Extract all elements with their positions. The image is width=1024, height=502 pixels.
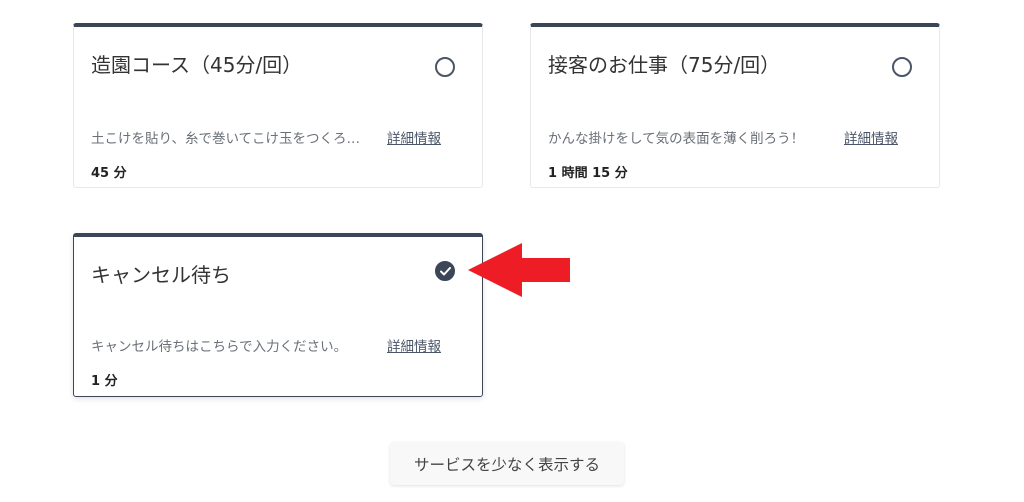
service-description: かんな掛けをして気の表面を薄く削ろう！ bbox=[548, 131, 805, 147]
service-card-customer-service[interactable]: 接客のお仕事（75分/回） かんな掛けをして気の表面を薄く削ろう！ 詳細情報 1… bbox=[530, 23, 940, 188]
service-title: 造園コース（45分/回） bbox=[91, 53, 303, 77]
service-title: 接客のお仕事（75分/回） bbox=[548, 53, 781, 77]
checkmark-icon bbox=[440, 267, 451, 276]
service-description: キャンセル待ちはこちらで入力ください。 bbox=[91, 339, 348, 355]
service-card-waitlist[interactable]: キャンセル待ち キャンセル待ちはこちらで入力ください。 詳細情報 1 分 bbox=[73, 233, 483, 397]
radio-button[interactable] bbox=[892, 57, 912, 77]
radio-button-checked[interactable] bbox=[435, 261, 455, 281]
service-duration: 45 分 bbox=[91, 166, 127, 181]
service-title: キャンセル待ち bbox=[91, 263, 231, 287]
service-card-landscaping[interactable]: 造園コース（45分/回） 土こけを貼り、糸で巻いてこけ玉をつくろ… 詳細情報 4… bbox=[73, 23, 483, 188]
show-fewer-services-button[interactable]: サービスを少なく表示する bbox=[390, 442, 624, 485]
service-duration: 1 時間 15 分 bbox=[548, 166, 628, 181]
red-arrow-icon bbox=[468, 243, 570, 297]
service-description: 土こけを貼り、糸で巻いてこけ玉をつくろ… bbox=[91, 131, 361, 147]
details-link[interactable]: 詳細情報 bbox=[387, 335, 441, 355]
details-link[interactable]: 詳細情報 bbox=[844, 127, 898, 147]
service-duration: 1 分 bbox=[91, 374, 118, 389]
details-link[interactable]: 詳細情報 bbox=[387, 127, 441, 147]
radio-button[interactable] bbox=[435, 57, 455, 77]
